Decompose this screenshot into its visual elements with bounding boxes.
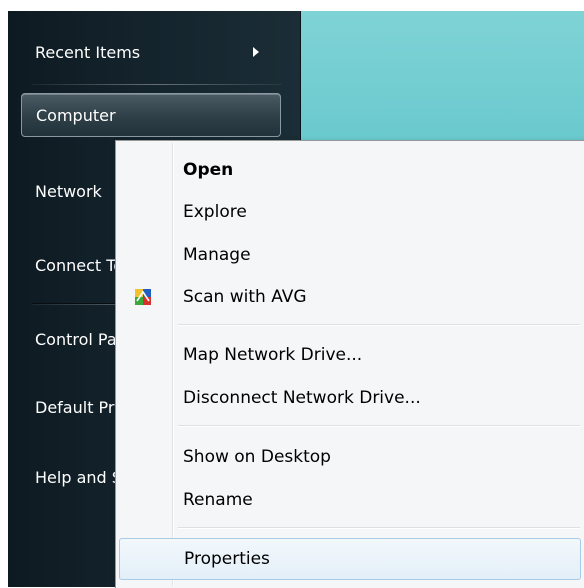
start-item-label: Connect To <box>35 256 124 275</box>
start-item-label: Network <box>35 182 102 201</box>
menu-item-manage[interactable]: Manage <box>119 234 581 276</box>
menu-item-disconnect-network-drive[interactable]: Disconnect Network Drive... <box>119 377 581 419</box>
menu-item-rename[interactable]: Rename <box>119 479 581 521</box>
menu-item-label: Properties <box>184 549 270 569</box>
menu-item-label: Open <box>183 160 234 180</box>
menu-separator <box>178 426 580 427</box>
menu-item-show-on-desktop[interactable]: Show on Desktop <box>119 436 581 478</box>
menu-item-label: Scan with AVG <box>183 287 307 307</box>
avg-icon <box>135 289 151 305</box>
menu-item-label: Map Network Drive... <box>183 345 363 365</box>
menu-item-label: Show on Desktop <box>183 447 331 467</box>
menu-item-map-network-drive[interactable]: Map Network Drive... <box>119 334 581 376</box>
start-item-label: Computer <box>36 106 116 125</box>
menu-separator <box>178 325 580 326</box>
menu-item-label: Manage <box>183 245 251 265</box>
menu-item-label: Disconnect Network Drive... <box>183 388 421 408</box>
submenu-arrow-icon <box>253 47 259 57</box>
menu-item-properties[interactable]: Properties <box>119 538 581 580</box>
menu-item-explore[interactable]: Explore <box>119 191 581 233</box>
menu-item-open[interactable]: Open <box>119 149 581 191</box>
start-item-label: Recent Items <box>35 43 141 62</box>
separator <box>32 84 282 85</box>
context-menu: Open Explore Manage Scan with AVG Map Ne… <box>115 140 584 588</box>
start-item-computer[interactable]: Computer <box>21 93 281 137</box>
start-item-recent-items[interactable]: Recent Items <box>21 31 281 75</box>
menu-item-label: Rename <box>183 490 253 510</box>
menu-item-scan-with-avg[interactable]: Scan with AVG <box>119 276 581 318</box>
menu-separator <box>178 528 580 529</box>
menu-item-label: Explore <box>183 202 247 222</box>
